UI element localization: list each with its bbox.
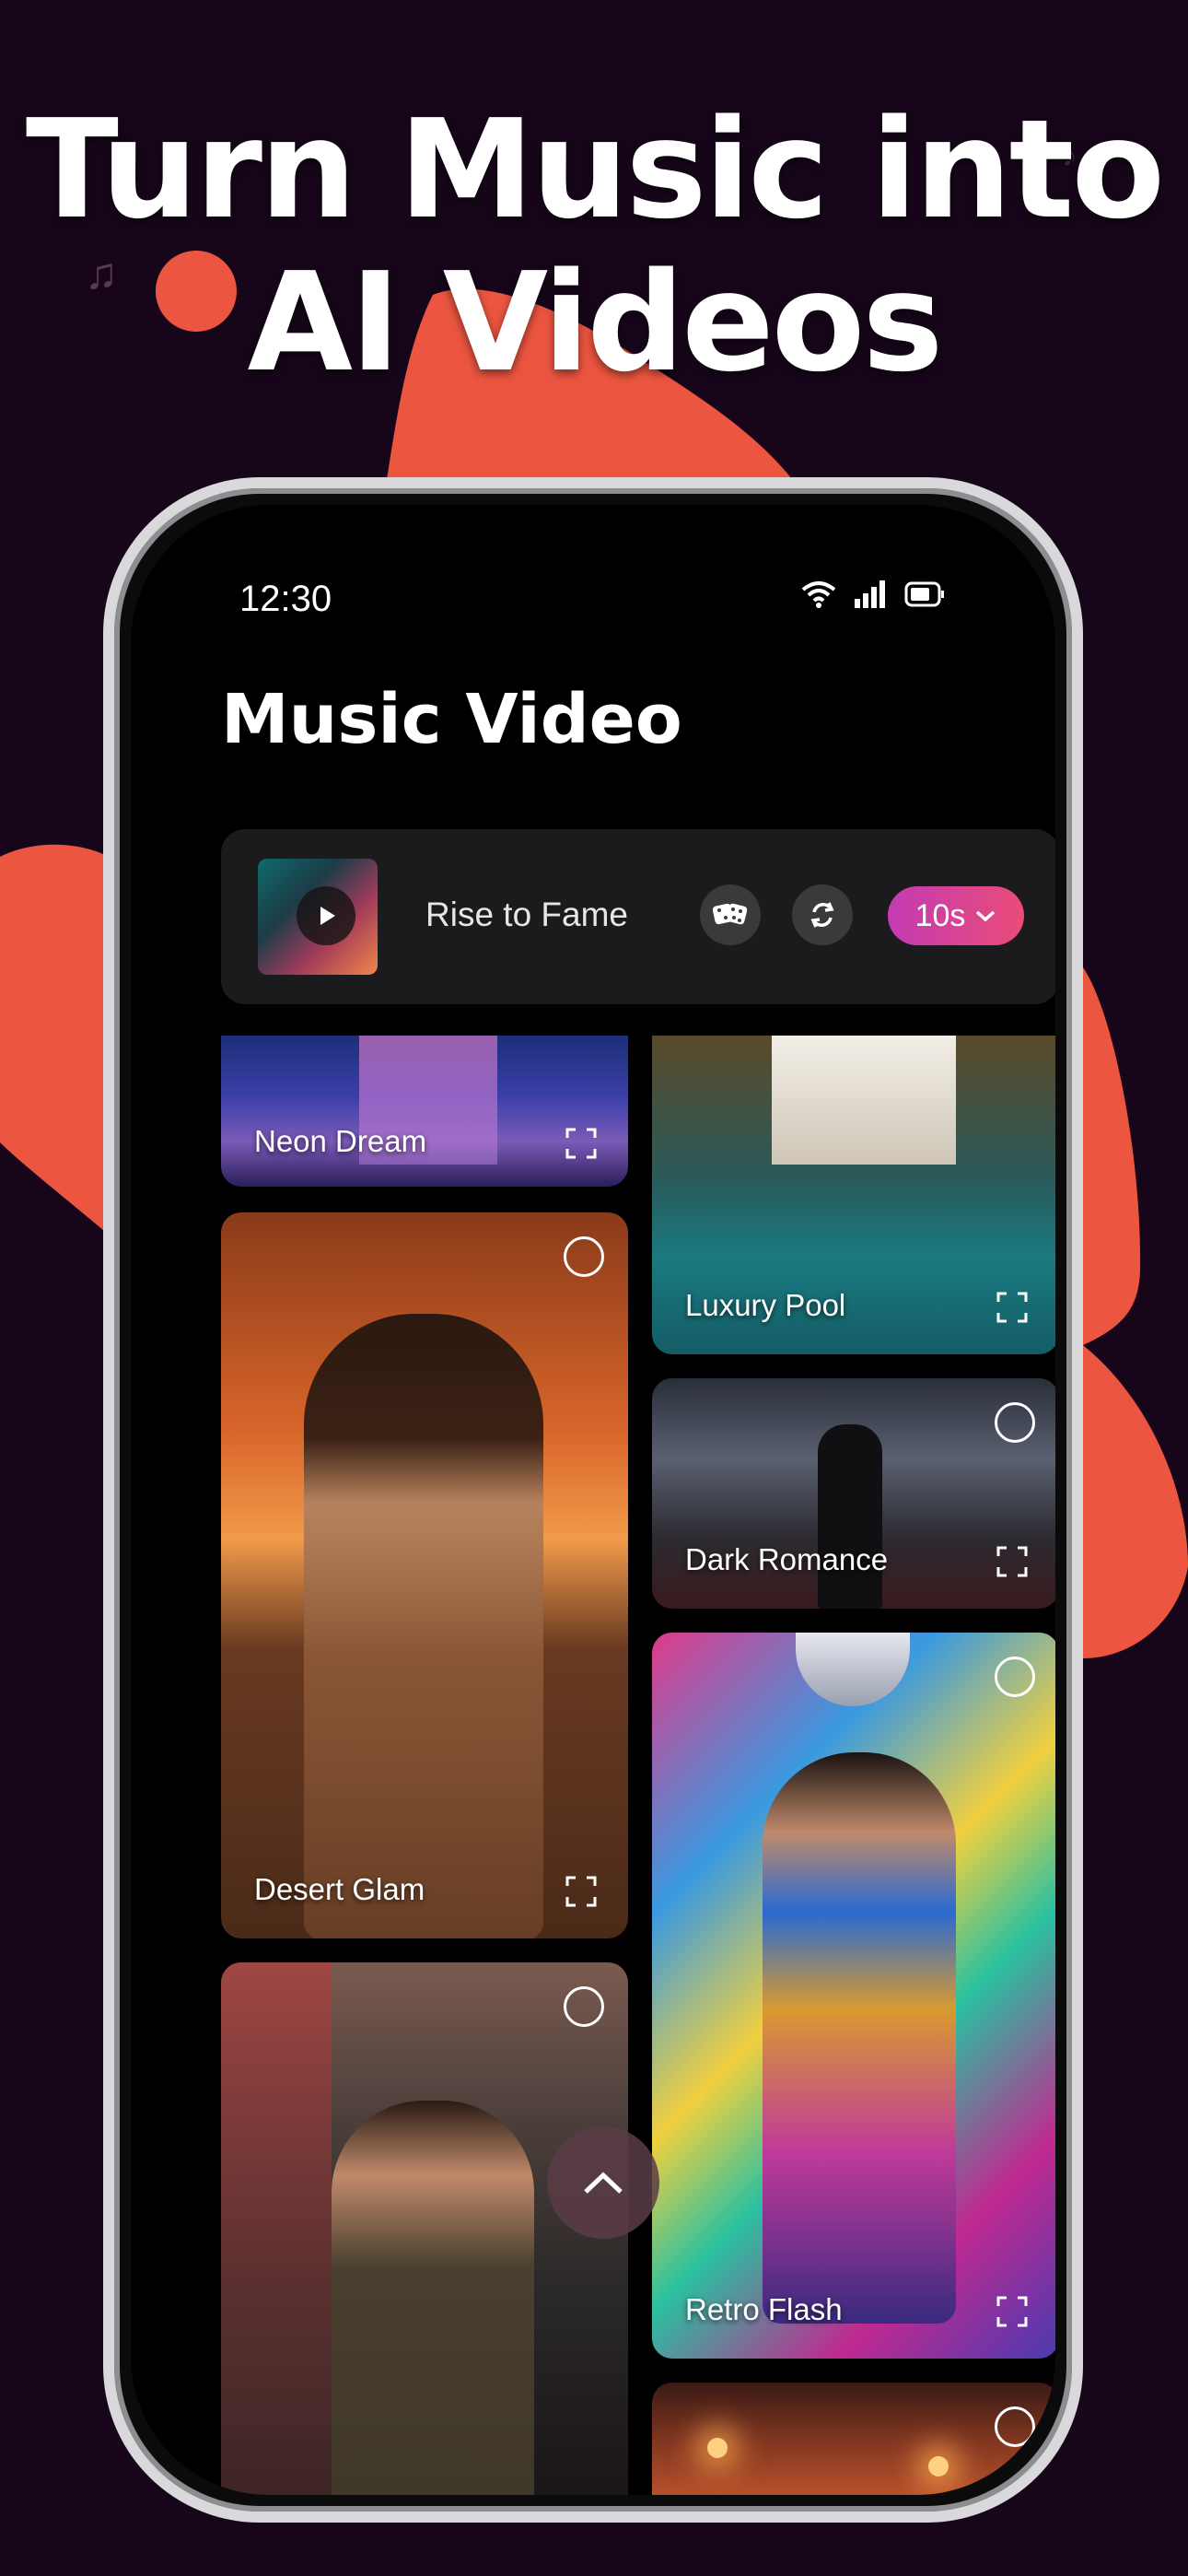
app-screen: 12:30 Music Video Rise to Fame 10s Neon … (131, 505, 1055, 2495)
replace-track-button[interactable] (792, 884, 853, 945)
card-image (763, 1752, 956, 2324)
video-card-retro-flash[interactable]: Retro Flash (652, 1633, 1055, 2359)
chevron-down-icon (976, 910, 996, 922)
duration-label: 10s (914, 897, 966, 933)
select-radio[interactable] (995, 1657, 1035, 1697)
play-button[interactable] (297, 886, 355, 945)
status-icons (801, 580, 945, 608)
card-label: Dark Romance (685, 1542, 889, 1576)
promo-headline: Turn Music into AI Videos (0, 101, 1188, 407)
select-radio[interactable] (995, 2406, 1035, 2447)
video-card-desert-glam[interactable]: Desert Glam (221, 1212, 628, 1938)
page-title: Music Video (221, 680, 682, 759)
wifi-icon (801, 581, 836, 608)
video-card-stage-lights[interactable] (652, 2383, 1055, 2495)
duration-select[interactable]: 10s (888, 886, 1024, 945)
card-image (796, 1633, 910, 1706)
card-image (304, 1314, 543, 1938)
video-card-neon-dream[interactable]: Neon Dream (221, 1036, 628, 1187)
scroll-to-top-button[interactable] (547, 2126, 659, 2239)
phone-frame: 12:30 Music Video Rise to Fame 10s Neon … (103, 477, 1083, 2523)
expand-icon[interactable] (565, 1876, 597, 1907)
card-image (772, 1036, 956, 1165)
battery-icon (904, 581, 944, 607)
card-label: Desert Glam (254, 1872, 425, 1906)
card-image (707, 2438, 728, 2458)
track-thumbnail[interactable] (258, 859, 378, 975)
select-radio[interactable] (995, 1402, 1035, 1443)
track-title: Rise to Fame (425, 896, 629, 933)
music-player-bar: Rise to Fame 10s (221, 829, 1055, 1004)
select-radio[interactable] (564, 1986, 604, 2027)
card-image (221, 1962, 332, 2495)
random-button[interactable] (700, 884, 761, 945)
signal-icon (855, 580, 885, 608)
expand-icon[interactable] (565, 1128, 597, 1159)
expand-icon[interactable] (996, 2296, 1028, 2327)
status-time: 12:30 (239, 579, 332, 619)
dice-icon (712, 903, 748, 925)
card-label: Neon Dream (254, 1124, 427, 1158)
card-image (818, 1424, 882, 1609)
card-label: Retro Flash (685, 2292, 843, 2326)
play-icon (320, 907, 335, 925)
card-image (928, 2456, 949, 2476)
headline-line-1: Turn Music into (25, 90, 1165, 249)
expand-icon[interactable] (996, 1292, 1028, 1323)
video-card-dark-romance[interactable]: Dark Romance (652, 1378, 1055, 1609)
video-card-street[interactable] (221, 1962, 628, 2495)
card-label: Luxury Pool (685, 1288, 846, 1322)
expand-icon[interactable] (996, 1546, 1028, 1577)
headline-line-2: AI Videos (247, 243, 944, 402)
video-card-luxury-pool[interactable]: Luxury Pool (652, 1036, 1055, 1354)
select-radio[interactable] (564, 1236, 604, 1277)
chevron-up-icon (584, 2172, 623, 2194)
card-image (332, 2101, 534, 2495)
refresh-icon (810, 902, 834, 928)
